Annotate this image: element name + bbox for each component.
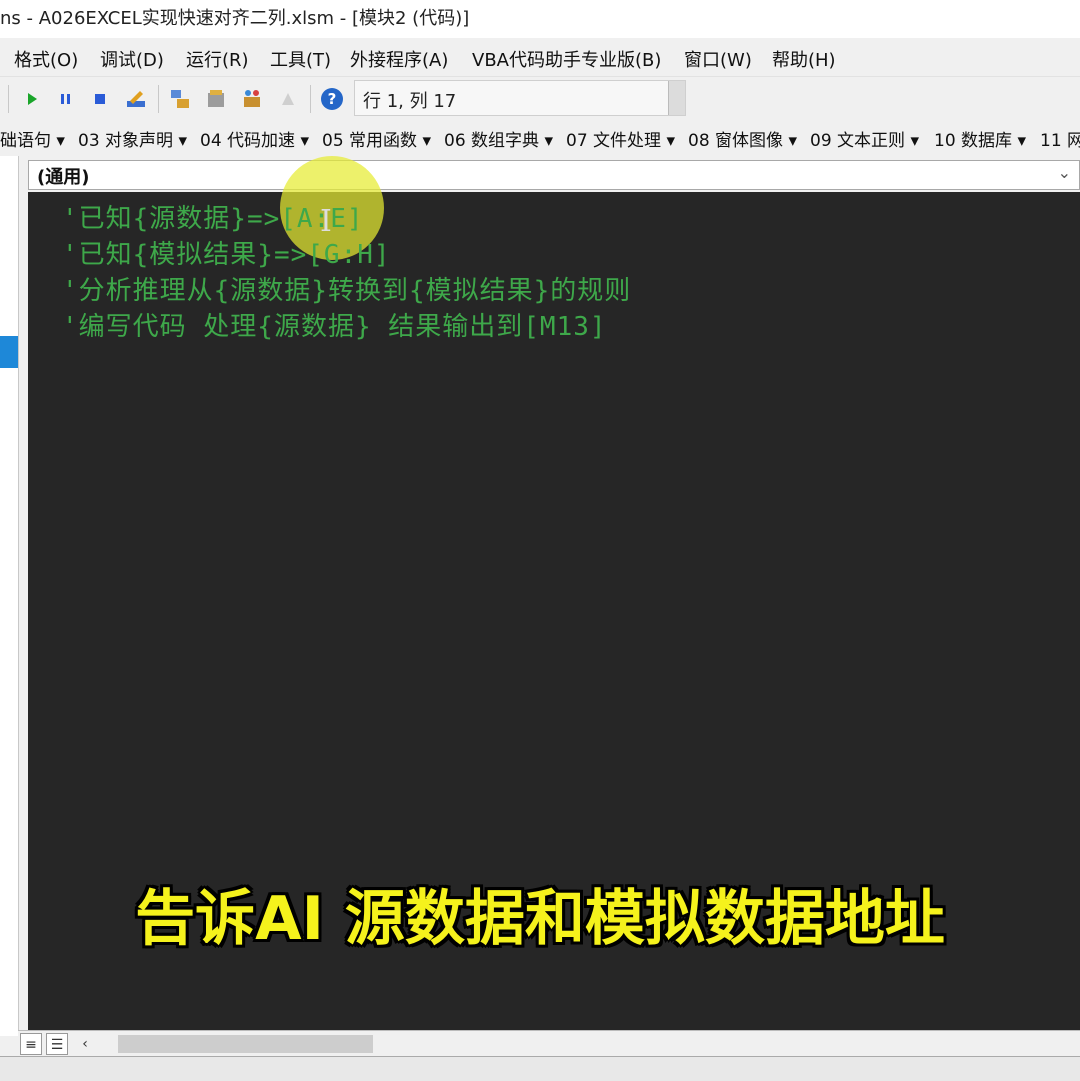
snippet-database[interactable]: 10 数据库 ▾: [934, 126, 1026, 151]
snippet-toolbar: 础语句 ▾ 03 对象声明 ▾ 04 代码加速 ▾ 05 常用函数 ▾ 06 数…: [0, 120, 1080, 154]
menu-run[interactable]: 运行(R): [186, 46, 249, 72]
menu-help[interactable]: 帮助(H): [772, 46, 836, 72]
cursor-position-text: 行 1, 列 17: [363, 91, 457, 112]
properties-icon[interactable]: [204, 87, 228, 111]
scroll-left-icon[interactable]: ‹: [74, 1033, 96, 1055]
snippet-code-acceleration[interactable]: 04 代码加速 ▾: [200, 126, 309, 151]
snippet-file-processing[interactable]: 07 文件处理 ▾: [566, 126, 675, 151]
project-explorer-icon[interactable]: [168, 87, 192, 111]
status-bar: [0, 1056, 1080, 1081]
snippet-basic-statements[interactable]: 础语句 ▾: [0, 126, 65, 151]
svg-text:?: ?: [328, 90, 337, 108]
object-browser-icon[interactable]: [240, 87, 264, 111]
object-selector[interactable]: (通用) ⌄: [28, 160, 1080, 190]
window-title: ns - A026EXCEL实现快速对齐二列.xlsm - [模块2 (代码)]: [0, 8, 470, 29]
menu-vba-helper[interactable]: VBA代码助手专业版(B): [472, 46, 661, 72]
menu-format[interactable]: 格式(O): [14, 46, 78, 72]
code-line[interactable]: '已知{源数据}=>[A:E]: [62, 198, 364, 235]
snippet-array-dictionary[interactable]: 06 数组字典 ▾: [444, 126, 553, 151]
horizontal-scrollbar-thumb[interactable]: [118, 1035, 373, 1053]
menu-addins[interactable]: 外接程序(A): [350, 46, 448, 72]
title-bar: ns - A026EXCEL实现快速对齐二列.xlsm - [模块2 (代码)]: [0, 0, 1080, 38]
toolbox-icon[interactable]: [276, 87, 300, 111]
snippet-form-image[interactable]: 08 窗体图像 ▾: [688, 126, 797, 151]
snippet-text-regex[interactable]: 09 文本正则 ▾: [810, 126, 919, 151]
menu-bar: 格式(O) 调试(D) 运行(R) 工具(T) 外接程序(A) VBA代码助手专…: [0, 38, 1080, 76]
snippet-network[interactable]: 11 网: [1040, 126, 1080, 151]
full-module-view-button[interactable]: ☰: [46, 1033, 68, 1055]
snippet-object-declaration[interactable]: 03 对象声明 ▾: [78, 126, 187, 151]
object-selector-value: (通用): [37, 167, 90, 188]
text-cursor-icon: I: [320, 204, 332, 239]
run-icon[interactable]: [20, 87, 44, 111]
stop-icon[interactable]: [88, 87, 112, 111]
cursor-position-box: 行 1, 列 17: [354, 80, 686, 116]
selected-line-marker: [0, 336, 18, 368]
code-line[interactable]: '已知{模拟结果}=>[G:H]: [62, 234, 391, 271]
video-caption: 告诉AI 源数据和模拟数据地址: [135, 884, 945, 954]
toolbar-scroll[interactable]: [668, 81, 685, 115]
menu-debug[interactable]: 调试(D): [100, 46, 164, 72]
code-line[interactable]: '分析推理从{源数据}转换到{模拟结果}的规则: [62, 270, 631, 307]
pause-icon[interactable]: [54, 87, 78, 111]
help-icon[interactable]: ?: [320, 87, 344, 111]
chevron-down-icon[interactable]: ⌄: [1058, 163, 1071, 182]
code-line[interactable]: '编写代码 处理{源数据} 结果输出到[M13]: [62, 306, 607, 343]
design-mode-icon[interactable]: [124, 87, 148, 111]
snippet-common-functions[interactable]: 05 常用函数 ▾: [322, 126, 431, 151]
menu-tools[interactable]: 工具(T): [270, 46, 331, 72]
procedure-view-button[interactable]: ≡: [20, 1033, 42, 1055]
editor-bottom-bar: ≡ ☰ ‹: [18, 1030, 1080, 1057]
menu-window[interactable]: 窗口(W): [684, 46, 752, 72]
